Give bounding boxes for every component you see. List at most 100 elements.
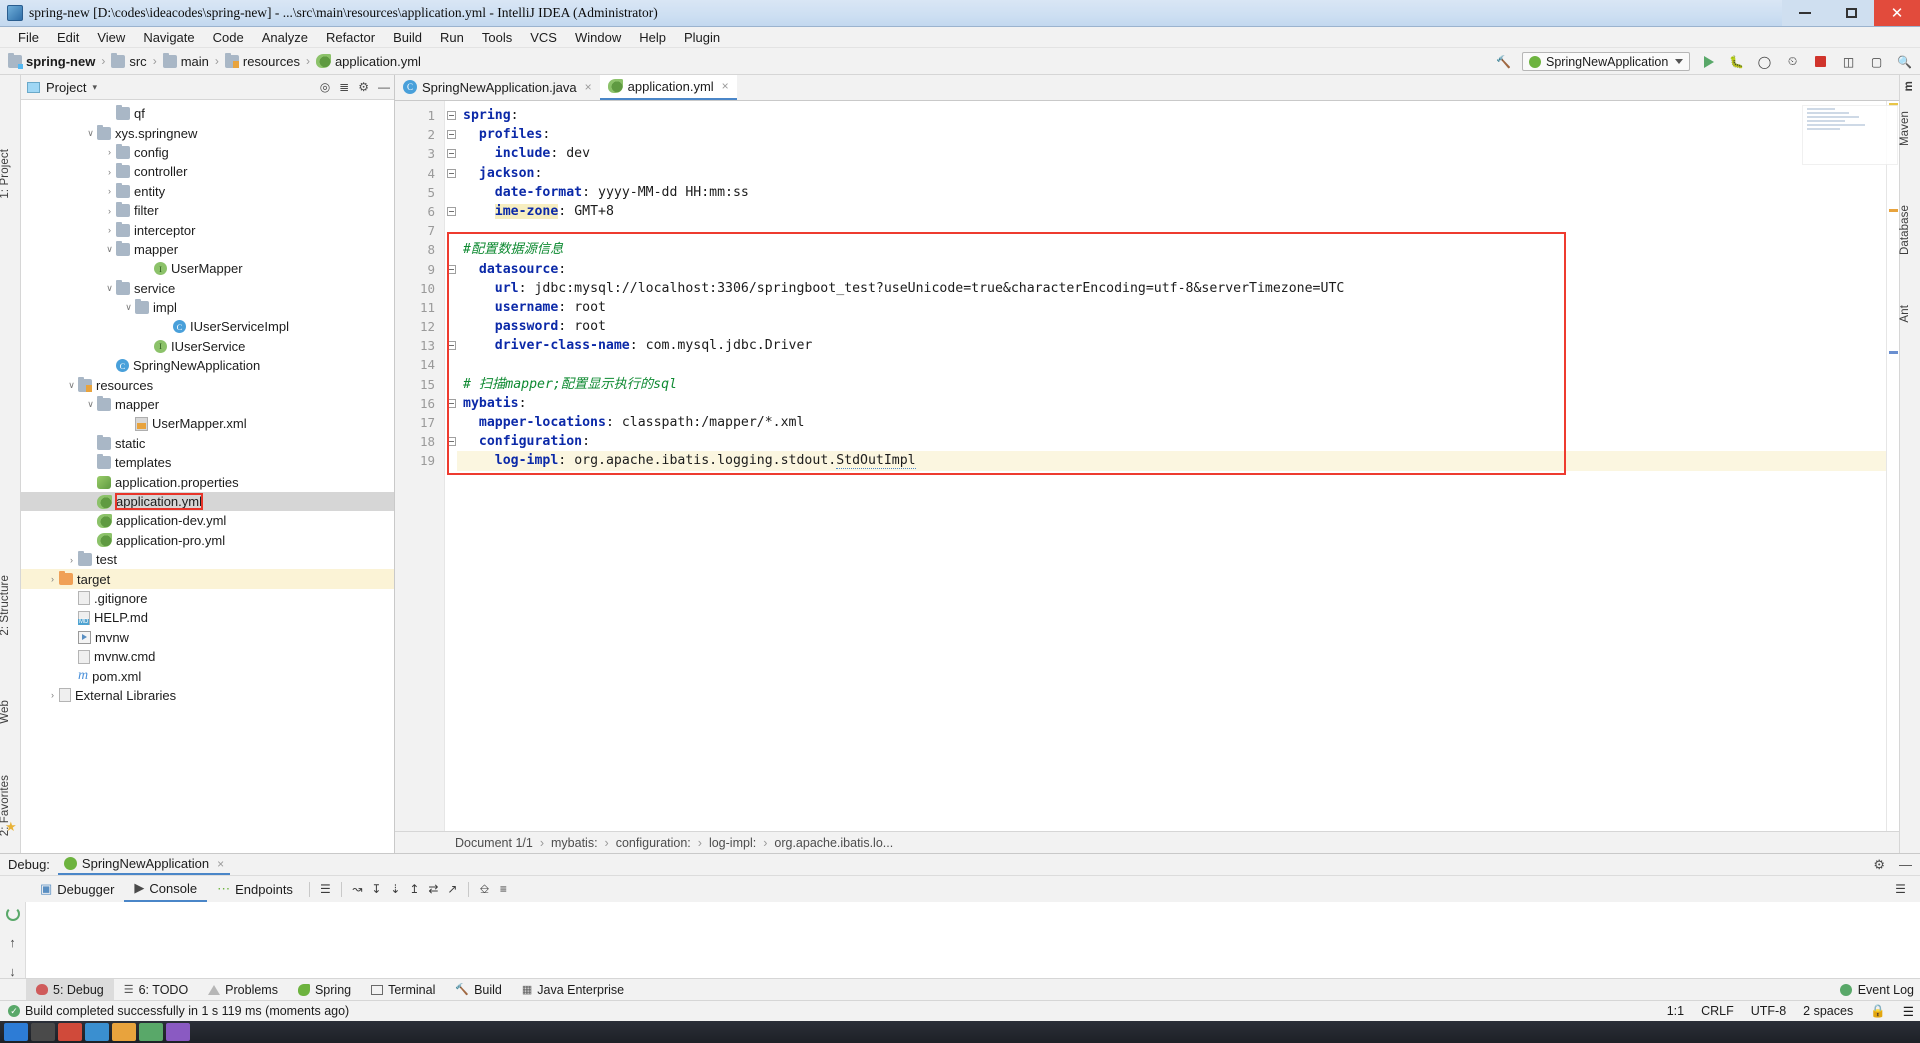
chevron-down-icon[interactable]: ▾ (92, 82, 97, 93)
code-line-8[interactable]: #配置数据源信息 (457, 240, 1886, 259)
run-button[interactable] (1699, 52, 1718, 71)
toolwindow-build[interactable]: 🔨 Build (445, 979, 512, 1001)
sidebar-item-structure[interactable]: 2: Structure (0, 575, 11, 636)
toolwindow-spring[interactable]: Spring (288, 979, 361, 1001)
tree-item-target[interactable]: › target (21, 569, 394, 589)
memory-indicator[interactable]: ☰ (1903, 1004, 1914, 1019)
tree-item-controller[interactable]: › controller (21, 162, 394, 181)
taskbar-icon[interactable] (4, 1023, 28, 1041)
code-line-11[interactable]: username: root (457, 298, 1886, 317)
scroll-down-icon[interactable]: ↓ (9, 964, 16, 979)
event-log-button[interactable]: Event Log (1839, 983, 1914, 997)
expand-arrow-icon[interactable]: › (46, 690, 59, 700)
toolwindow-terminal[interactable]: Terminal (361, 979, 445, 1001)
expand-arrow-icon[interactable]: › (103, 186, 116, 196)
fold-toggle-icon[interactable] (445, 394, 457, 413)
marker-info[interactable] (1889, 351, 1898, 354)
evaluate-icon[interactable]: ↗ (443, 880, 462, 899)
tree-item--gitignore[interactable]: .gitignore (21, 589, 394, 608)
expand-arrow-icon[interactable]: › (103, 225, 116, 235)
tree-item-service[interactable]: ∨ service (21, 279, 394, 298)
code-content[interactable]: spring: profiles: include: dev jackson: … (457, 101, 1886, 831)
tab-SpringNewApplication-java[interactable]: C SpringNewApplication.java × (395, 74, 600, 100)
fold-toggle-icon[interactable] (445, 202, 457, 221)
code-line-4[interactable]: jackson: (457, 164, 1886, 183)
code-line-2[interactable]: profiles: (457, 125, 1886, 144)
menu-build[interactable]: Build (384, 27, 431, 48)
fold-toggle-icon[interactable] (445, 125, 457, 144)
locate-icon[interactable]: ◎ (320, 80, 330, 94)
close-button[interactable]: ✕ (1874, 0, 1920, 26)
expand-arrow-icon[interactable]: ∨ (84, 128, 97, 139)
menu-file[interactable]: File (9, 27, 48, 48)
sidebar-item-database[interactable]: Database (1899, 205, 1911, 255)
yaml-value-reference[interactable]: StdOutImpl (836, 453, 916, 470)
breadcrumb-document[interactable]: Document 1/1 (455, 836, 533, 850)
fold-toggle-icon[interactable] (445, 432, 457, 451)
menu-vcs[interactable]: VCS (521, 27, 566, 48)
code-line-10[interactable]: url: jdbc:mysql://localhost:3306/springb… (457, 279, 1886, 298)
code-line-14[interactable] (457, 355, 1886, 374)
restore-layout-button[interactable]: ▢ (1867, 52, 1886, 71)
expand-arrow-icon[interactable]: ∨ (84, 399, 97, 410)
expand-arrow-icon[interactable]: ∨ (103, 244, 116, 255)
taskbar-icon[interactable] (112, 1023, 136, 1041)
step-over-icon[interactable]: ↝ (348, 880, 367, 899)
run-to-cursor-icon[interactable]: ⇄ (424, 880, 443, 899)
rerun-icon[interactable] (5, 907, 20, 921)
fold-toggle-icon[interactable] (445, 106, 457, 125)
hammer-icon[interactable]: 🔨 (1494, 52, 1513, 71)
search-button[interactable]: 🔍 (1895, 52, 1914, 71)
hide-icon[interactable]: — (1899, 857, 1912, 872)
print-icon[interactable]: ⎒ (475, 880, 494, 899)
project-tree[interactable]: qf ∨ xys.springnew › config › controller › entit… (21, 100, 394, 853)
fold-toggle-icon[interactable] (445, 336, 457, 355)
tab-endpoints[interactable]: ⋯ Endpoints (207, 876, 303, 902)
tree-item-resources[interactable]: ∨ resources (21, 375, 394, 394)
line-separator[interactable]: CRLF (1701, 1004, 1734, 1018)
tree-item-filter[interactable]: › filter (21, 201, 394, 220)
toolwindow-java-enterprise[interactable]: ▦ Java Enterprise (512, 979, 634, 1001)
minimize-button[interactable] (1782, 0, 1828, 26)
tree-item-application-yml[interactable]: application.yml (21, 491, 394, 512)
code-line-17[interactable]: mapper-locations: classpath:/mapper/*.xm… (457, 413, 1886, 432)
tree-item-iuserserviceimpl[interactable]: C IUserServiceImpl (21, 317, 394, 336)
breadcrumb-file[interactable]: application.yml (315, 54, 421, 69)
menu-code[interactable]: Code (204, 27, 253, 48)
step-out-icon[interactable]: ↥ (405, 880, 424, 899)
expand-arrow-icon[interactable]: › (103, 167, 116, 177)
breadcrumb-src[interactable]: src (111, 52, 147, 69)
taskbar-icon[interactable] (85, 1023, 109, 1041)
breadcrumb-resources[interactable]: resources (224, 52, 300, 69)
indent-setting[interactable]: 2 spaces (1803, 1004, 1853, 1018)
run-configuration-selector[interactable]: SpringNewApplication (1522, 52, 1690, 71)
code-line-12[interactable]: password: root (457, 317, 1886, 336)
tree-item-pom-xml[interactable]: m pom.xml (21, 666, 394, 685)
menu-help[interactable]: Help (630, 27, 675, 48)
toolwindow-problems[interactable]: Problems (198, 979, 288, 1001)
expand-arrow-icon[interactable]: › (103, 206, 116, 216)
force-step-into-icon[interactable]: ⇣ (386, 880, 405, 899)
code-line-5[interactable]: date-format: yyyy-MM-dd HH:mm:ss (457, 183, 1886, 202)
tree-item-external-libraries[interactable]: › External Libraries (21, 686, 394, 705)
breadcrumb-mybatis[interactable]: mybatis: (551, 836, 598, 850)
toolwindow-debug[interactable]: 5: Debug (26, 978, 114, 1001)
code-line-15[interactable]: # 扫描mapper;配置显示执行的sql (457, 375, 1886, 394)
tab-debugger[interactable]: ▣ Debugger (30, 876, 124, 902)
menu-view[interactable]: View (88, 27, 134, 48)
breadcrumb-main[interactable]: main (162, 52, 209, 69)
tree-item-mapper[interactable]: ∨ mapper (21, 395, 394, 414)
menu-run[interactable]: Run (431, 27, 473, 48)
code-line-13[interactable]: driver-class-name: com.mysql.jdbc.Driver (457, 336, 1886, 355)
tree-item-test[interactable]: › test (21, 550, 394, 569)
tree-item-springnewapplication[interactable]: C SpringNewApplication (21, 356, 394, 375)
taskbar-icon[interactable] (166, 1023, 190, 1041)
tree-item-usermapper[interactable]: I UserMapper (21, 259, 394, 278)
code-line-3[interactable]: include: dev (457, 144, 1886, 163)
close-icon[interactable]: × (722, 79, 729, 93)
expand-arrow-icon[interactable]: › (46, 574, 59, 584)
expand-arrow-icon[interactable]: › (65, 555, 78, 565)
tree-item-mvnw[interactable]: mvnw (21, 628, 394, 647)
layout-icon[interactable]: ☰ (316, 880, 335, 899)
breadcrumb-configuration[interactable]: configuration: (616, 836, 691, 850)
